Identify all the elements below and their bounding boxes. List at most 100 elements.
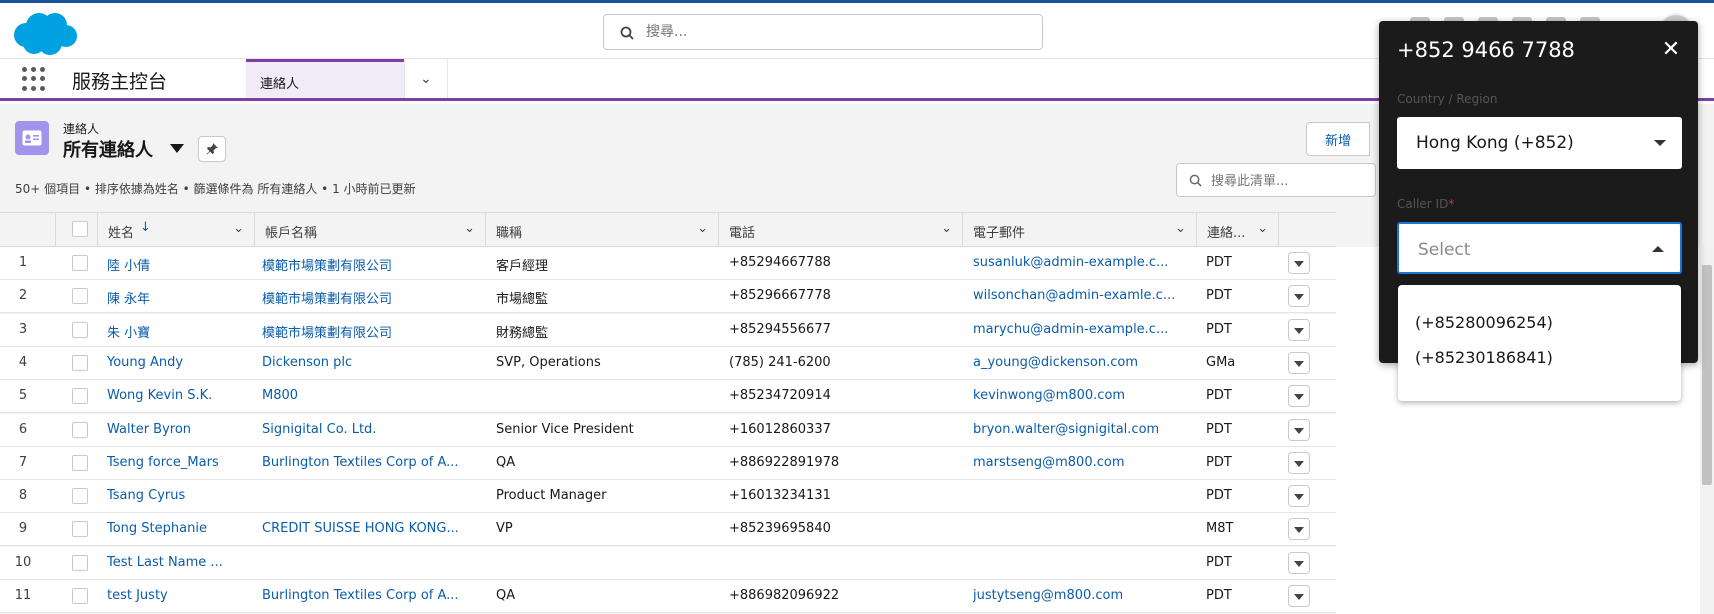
cell-name[interactable]: 朱 小寶 xyxy=(107,322,247,341)
cell-name[interactable]: test Justy xyxy=(107,588,247,603)
app-launcher-icon[interactable] xyxy=(22,67,46,91)
chevron-down-icon[interactable]: ⌄ xyxy=(941,221,952,236)
row-action-menu-button[interactable] xyxy=(1288,285,1310,308)
cell-email[interactable]: marstseng@m800.com xyxy=(973,455,1188,470)
column-header-phone[interactable]: 電話 ⌄ xyxy=(719,213,963,247)
cell-name[interactable]: Tseng force_Mars xyxy=(107,455,247,470)
object-label: 連絡人 xyxy=(63,122,100,136)
tab-contacts[interactable]: 連絡人 xyxy=(246,59,404,98)
caller-id-option[interactable]: (+85230186841) xyxy=(1415,348,1553,367)
cell-account[interactable]: Signigital Co. Ltd. xyxy=(262,422,462,437)
row-action-menu-button[interactable] xyxy=(1288,318,1310,341)
chevron-down-icon[interactable]: ⌄ xyxy=(1175,221,1186,236)
chevron-down-icon[interactable]: ⌄ xyxy=(464,221,475,236)
table-row[interactable]: 6 Walter Byron Signigital Co. Ltd. Senior V… xyxy=(0,413,1336,447)
column-header-label: 電話 xyxy=(729,226,756,241)
row-checkbox[interactable] xyxy=(72,321,88,338)
new-button[interactable]: 新增 xyxy=(1306,122,1370,156)
cell-account[interactable]: Burlington Textiles Corp of A... xyxy=(262,588,462,603)
close-icon[interactable]: ✕ xyxy=(1660,39,1682,61)
list-view-caret-down-icon[interactable] xyxy=(170,144,184,153)
row-checkbox[interactable] xyxy=(72,354,88,371)
list-search[interactable] xyxy=(1176,163,1376,197)
cell-name[interactable]: 陳 永年 xyxy=(107,288,247,307)
row-checkbox[interactable] xyxy=(72,554,88,571)
table-row[interactable]: 11 test Justy Burlington Textiles Corp of … xyxy=(0,580,1336,613)
cell-name[interactable]: Young Andy xyxy=(107,355,247,370)
column-header-label: 姓名 xyxy=(108,226,135,241)
cell-account[interactable]: M800 xyxy=(262,388,462,403)
row-action-menu-button[interactable] xyxy=(1288,252,1310,274)
cell-account[interactable]: 模範市場策劃有限公司 xyxy=(262,322,462,341)
row-action-menu-button[interactable] xyxy=(1288,418,1310,441)
column-header-name[interactable]: 姓名 ↓ ⌄ xyxy=(98,213,255,247)
table-row[interactable]: 3 朱 小寶 模範市場策劃有限公司 財務總監 +85294556677 marychu@a… xyxy=(0,313,1336,347)
cell-email[interactable]: wilsonchan@admin-examle.c... xyxy=(973,288,1188,303)
cell-name[interactable]: Tsang Cyrus xyxy=(107,488,247,503)
cell-name[interactable]: Walter Byron xyxy=(107,422,247,437)
cell-email[interactable]: bryon.walter@signigital.com xyxy=(973,422,1188,437)
table-row[interactable]: 4 Young Andy Dickenson plc SVP, Operations (… xyxy=(0,346,1336,380)
row-action-menu-button[interactable] xyxy=(1288,485,1310,508)
scrollbar-thumb[interactable] xyxy=(1702,265,1712,485)
row-checkbox[interactable] xyxy=(72,588,88,604)
cell-timezone: PDT xyxy=(1206,321,1232,337)
global-search-input[interactable] xyxy=(646,21,1026,43)
cell-account[interactable]: Dickenson plc xyxy=(262,355,462,370)
row-action-menu-button[interactable] xyxy=(1288,585,1310,607)
cell-account[interactable]: 模範市場策劃有限公司 xyxy=(262,255,462,274)
row-checkbox[interactable] xyxy=(72,421,88,438)
row-checkbox[interactable] xyxy=(72,488,88,505)
cell-email[interactable]: susanluk@admin-example.c... xyxy=(973,255,1188,270)
cell-account[interactable]: CREDIT SUISSE HONG KONG... xyxy=(262,521,462,536)
column-header-timezone[interactable]: 連絡... ⌄ xyxy=(1197,213,1279,247)
cell-account[interactable]: Burlington Textiles Corp of A... xyxy=(262,455,462,470)
cell-timezone: PDT xyxy=(1206,255,1232,270)
nav-menu-chevron-down-icon[interactable]: ⌄ xyxy=(404,59,448,98)
row-action-menu-button[interactable] xyxy=(1288,451,1310,474)
caller-id-option[interactable]: (+85280096254) xyxy=(1415,313,1553,332)
row-checkbox[interactable] xyxy=(72,288,88,305)
cell-name[interactable]: Tong Stephanie xyxy=(107,521,247,536)
global-search[interactable] xyxy=(603,14,1043,50)
row-checkbox[interactable] xyxy=(72,255,88,271)
column-header-account[interactable]: 帳戶名稱 ⌄ xyxy=(255,213,486,247)
list-view-title[interactable]: 所有連絡人 xyxy=(63,136,153,162)
row-checkbox[interactable] xyxy=(72,521,88,538)
pin-list-button[interactable] xyxy=(198,136,226,162)
cell-name[interactable]: 陸 小倩 xyxy=(107,255,247,274)
table-row[interactable]: 5 Wong Kevin S.K. M800 +85234720914 kevinwon… xyxy=(0,380,1336,414)
row-action-menu-button[interactable] xyxy=(1288,551,1310,574)
column-header-title[interactable]: 職稱 ⌄ xyxy=(486,213,719,247)
chevron-down-icon[interactable]: ⌄ xyxy=(233,221,244,236)
table-row[interactable]: 7 Tseng force_Mars Burlington Textiles Cor… xyxy=(0,446,1336,480)
cell-email[interactable]: a_young@dickenson.com xyxy=(973,355,1188,370)
cell-email[interactable]: justytseng@m800.com xyxy=(973,588,1188,603)
cell-name[interactable]: Test Last Name ... xyxy=(107,555,247,570)
cell-email[interactable]: kevinwong@m800.com xyxy=(973,388,1188,403)
cell-account[interactable]: 模範市場策劃有限公司 xyxy=(262,288,462,307)
dialing-number: +852 9466 7788 xyxy=(1397,38,1575,62)
caller-id-select[interactable]: Select xyxy=(1397,222,1682,274)
chevron-down-icon[interactable]: ⌄ xyxy=(1257,221,1268,236)
table-row[interactable]: 2 陳 永年 模範市場策劃有限公司 市場總監 +85296667778 wilsoncha… xyxy=(0,280,1336,314)
caret-up-icon xyxy=(1652,246,1664,252)
chevron-down-icon[interactable]: ⌄ xyxy=(697,221,708,236)
row-action-menu-button[interactable] xyxy=(1288,351,1310,374)
table-row[interactable]: 1 陸 小倩 模範市場策劃有限公司 客戶經理 +85294667788 susanluk@… xyxy=(0,247,1336,280)
column-header-email[interactable]: 電子郵件 ⌄ xyxy=(963,213,1197,247)
row-action-menu-button[interactable] xyxy=(1288,385,1310,408)
table-row[interactable]: 10 Test Last Name ... PDT xyxy=(0,546,1336,580)
row-action-menu-button[interactable] xyxy=(1288,518,1310,541)
row-checkbox[interactable] xyxy=(72,454,88,471)
table-row[interactable]: 9 Tong Stephanie CREDIT SUISSE HONG KONG..… xyxy=(0,513,1336,547)
scrollbar[interactable] xyxy=(1700,247,1714,614)
row-checkbox[interactable] xyxy=(72,388,88,405)
salesforce-logo-icon[interactable] xyxy=(12,11,78,57)
cell-name[interactable]: Wong Kevin S.K. xyxy=(107,388,247,403)
table-row[interactable]: 8 Tsang Cyrus Product Manager +16013234131 P… xyxy=(0,480,1336,514)
list-search-input[interactable] xyxy=(1211,171,1371,191)
country-select[interactable]: Hong Kong (+852) xyxy=(1397,117,1682,169)
select-all-checkbox[interactable] xyxy=(72,221,88,237)
cell-email[interactable]: marychu@admin-example.c... xyxy=(973,322,1188,337)
